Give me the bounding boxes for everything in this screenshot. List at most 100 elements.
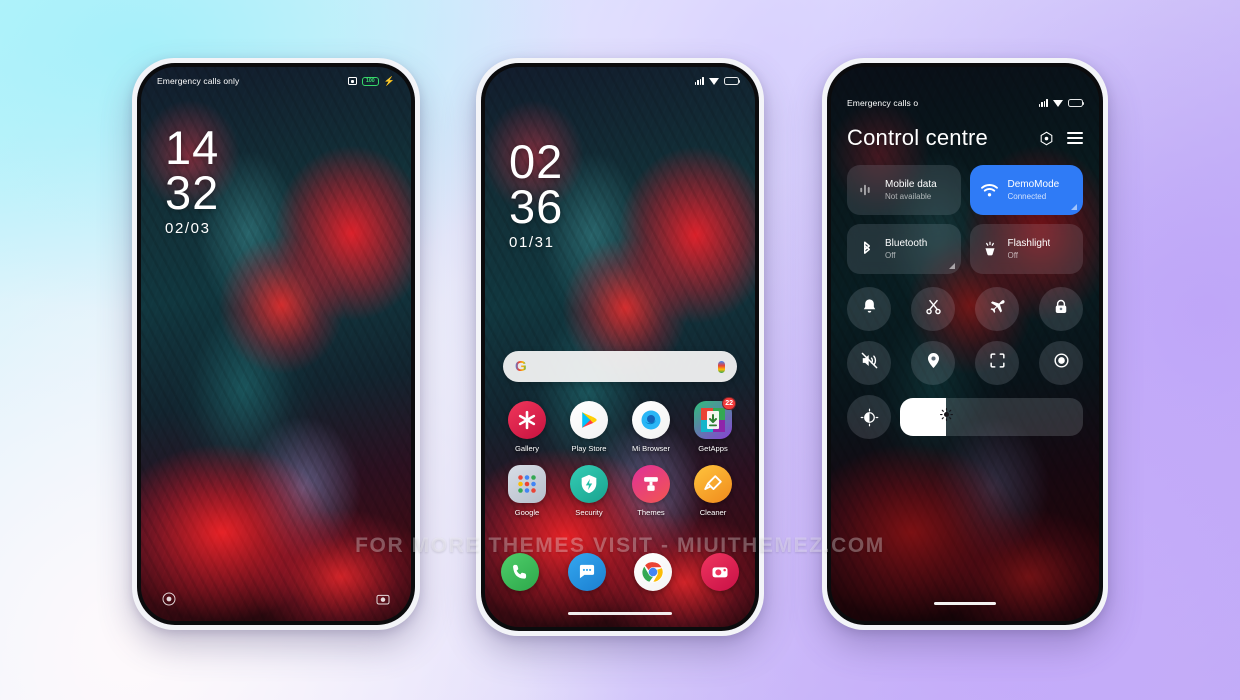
flashlight-icon <box>980 239 1000 259</box>
app-cleaner[interactable]: Cleaner <box>685 465 741 517</box>
clock-hours: 02 <box>509 135 564 188</box>
battery-icon <box>724 77 741 85</box>
screenshot-canvas: Emergency calls only 100 ⚡ 14 32 02/03 0… <box>0 0 1240 700</box>
flashlight-icon[interactable] <box>161 591 177 607</box>
app-play-store[interactable]: Play Store <box>561 401 617 453</box>
airplane-mode-icon <box>988 297 1007 321</box>
page-title: Control centre <box>847 125 988 150</box>
battery-level-badge: 100 <box>361 76 379 86</box>
phone-lockscreen: Emergency calls only 100 ⚡ 14 32 02/03 <box>132 58 420 630</box>
header-actions <box>1039 131 1083 146</box>
circle-tiles <box>847 287 1083 385</box>
bluetooth-icon <box>857 239 877 259</box>
tile-flashlight[interactable]: Flashlight Off <box>969 224 1083 274</box>
expand-corner-icon[interactable] <box>1071 204 1077 210</box>
app-label: Mi Browser <box>632 444 670 453</box>
app-security[interactable]: Security <box>561 465 617 517</box>
clock-minutes: 32 <box>165 166 220 220</box>
control-centre-panel: Control centre Mobile data Not available D… <box>831 67 1099 621</box>
lightning-bolt-icon: ⚡ <box>383 75 395 86</box>
expand-corner-icon[interactable] <box>948 263 955 269</box>
scan-icon <box>988 351 1007 375</box>
phone-homescreen: 02 36 01/31 G Gallery Play Store Mi Browse… <box>476 58 764 636</box>
lockscreen-shortcuts <box>141 591 411 607</box>
toggle-airplane-mode[interactable] <box>975 287 1019 331</box>
mi-browser-icon[interactable] <box>632 401 670 439</box>
toggle-sound-off[interactable] <box>847 341 891 385</box>
status-icons <box>694 77 741 85</box>
screen-record-icon <box>1052 351 1071 375</box>
tile-status: Off <box>885 251 896 260</box>
google-search-bar[interactable]: G <box>503 351 737 382</box>
security-icon[interactable] <box>570 465 608 503</box>
google-folder-icon[interactable] <box>508 465 546 503</box>
app-label: Google <box>514 508 540 517</box>
status-icons: 100 ⚡ <box>347 75 395 86</box>
tile-name: Bluetooth <box>885 238 928 249</box>
control-centre-display: Emergency calls o Control centre Mobile … <box>831 67 1099 621</box>
dock-messages[interactable] <box>567 553 606 591</box>
dock-phone[interactable] <box>501 553 539 591</box>
brightness-row <box>847 395 1083 439</box>
control-centre-header: Control centre <box>847 125 1083 151</box>
tile-demomode[interactable]: DemoMode Connected <box>969 165 1083 215</box>
toggle-scissors-screenshot[interactable] <box>911 287 955 331</box>
wifi-icon <box>980 180 1000 200</box>
toggle-scan[interactable] <box>975 341 1019 385</box>
app-google[interactable]: Google <box>499 465 555 517</box>
lock-icon <box>1052 298 1070 321</box>
tile-name: DemoMode <box>1007 179 1060 190</box>
app-getapps[interactable]: 22 GetApps <box>685 397 741 453</box>
wifi-icon <box>1053 99 1063 107</box>
app-themes[interactable]: Themes <box>623 465 679 517</box>
home-indicator[interactable] <box>934 602 996 605</box>
clock-hours: 14 <box>165 121 220 174</box>
dock <box>501 553 739 591</box>
dock-chrome[interactable] <box>634 553 673 591</box>
clock-date: 01/31 <box>509 234 555 252</box>
mobile-data-icon <box>857 180 877 200</box>
toggle-screen-record[interactable] <box>1039 341 1083 385</box>
dock-camera[interactable] <box>700 553 739 591</box>
home-indicator[interactable] <box>568 612 672 615</box>
phone-bezel: Emergency calls o Control centre Mobile … <box>827 63 1103 625</box>
app-grid: Gallery Play Store Mi Browser 22 GetApps Goo… <box>499 397 741 529</box>
status-icons <box>1038 99 1085 107</box>
homescreen-clock-widget: 02 36 01/31 <box>509 135 564 252</box>
auto-brightness-icon[interactable] <box>847 395 891 439</box>
cleaner-icon[interactable] <box>694 465 732 503</box>
tile-name: Mobile data <box>885 179 937 190</box>
tile-bluetooth[interactable]: Bluetooth Off <box>847 224 961 274</box>
brightness-slider[interactable] <box>900 398 1083 436</box>
app-gallery[interactable]: Gallery <box>499 401 555 453</box>
toggle-silent-bell[interactable] <box>847 287 891 331</box>
app-mi-browser[interactable]: Mi Browser <box>623 401 679 453</box>
camera-icon[interactable] <box>375 591 391 607</box>
location-icon <box>924 351 943 375</box>
menu-icon[interactable] <box>1067 132 1083 144</box>
settings-gear-icon[interactable] <box>1039 131 1054 146</box>
app-row-1: Gallery Play Store Mi Browser 22 GetApps <box>499 397 741 453</box>
play-store-icon[interactable] <box>570 401 608 439</box>
status-bar: Emergency calls only 100 ⚡ <box>141 67 411 95</box>
wifi-icon <box>709 77 719 85</box>
scissors-screenshot-icon <box>924 297 943 321</box>
lockscreen-display: Emergency calls only 100 ⚡ 14 32 02/03 <box>141 67 411 621</box>
toggle-location[interactable] <box>911 341 955 385</box>
gallery-icon[interactable] <box>508 401 546 439</box>
app-label: Play Store <box>571 444 607 453</box>
battery-icon <box>1068 99 1085 107</box>
microphone-icon[interactable] <box>718 360 725 373</box>
app-label: Themes <box>637 508 665 517</box>
homescreen-display: 02 36 01/31 G Gallery Play Store Mi Browse… <box>485 67 755 627</box>
tile-mobile-data[interactable]: Mobile data Not available <box>847 165 961 215</box>
tile-name: Flashlight <box>1007 238 1051 249</box>
app-label: Gallery <box>514 444 540 453</box>
toggle-lock[interactable] <box>1039 287 1083 331</box>
signal-bars-icon <box>694 77 704 85</box>
themes-icon[interactable] <box>632 465 670 503</box>
carrier-label: Emergency calls only <box>157 76 240 86</box>
wide-tiles: Bluetooth Off Flashlight Off <box>847 224 1083 274</box>
clock-date: 02/03 <box>165 220 211 238</box>
lockscreen-clock: 14 32 02/03 <box>165 121 220 238</box>
